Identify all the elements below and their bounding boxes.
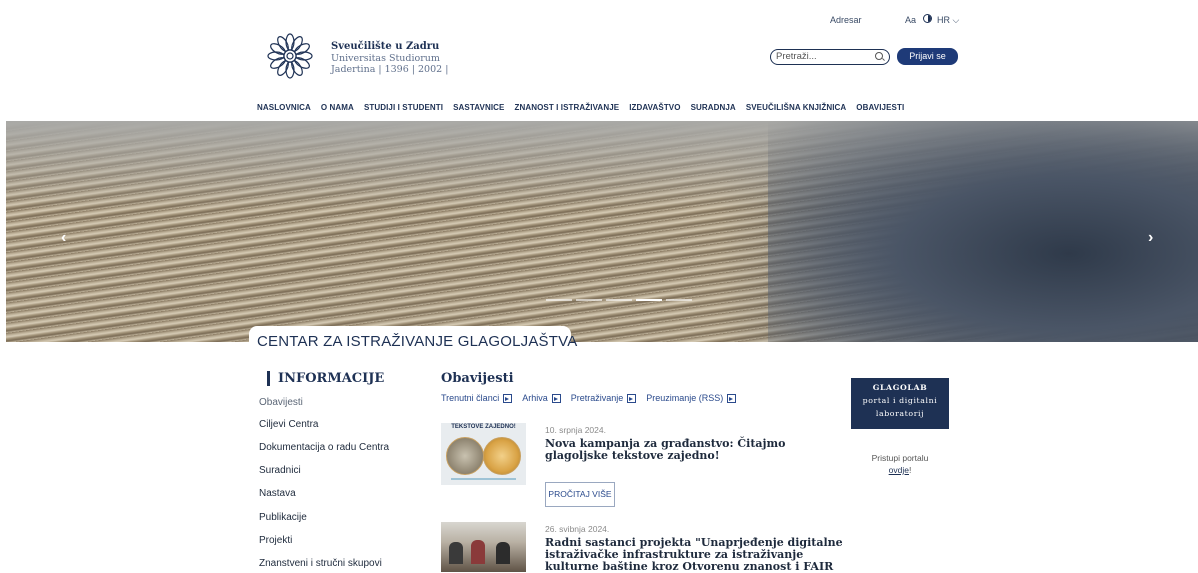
tab-trenutni[interactable]: Trenutni članci xyxy=(441,393,513,403)
news-date: 10. srpnja 2024. xyxy=(545,425,606,435)
slider-dot[interactable] xyxy=(606,299,632,301)
nav-item-studiji[interactable]: STUDIJI I STUDENTI xyxy=(364,103,443,112)
person-image xyxy=(471,540,485,564)
news-thumbnail-label: TEKSTOVE ZAJEDNO! xyxy=(441,423,526,432)
main-navigation: NASLOVNICA O NAMA STUDIJI I STUDENTI SAS… xyxy=(257,103,914,112)
slider-dot[interactable] xyxy=(576,299,602,301)
arrow-box-icon xyxy=(551,393,561,403)
slider-prev-icon[interactable]: ‹ xyxy=(61,229,66,247)
arrow-box-icon xyxy=(503,393,513,403)
arrow-box-icon xyxy=(627,393,637,403)
portal-suffix: ! xyxy=(908,465,912,475)
logo-title: Sveučilište u Zadru xyxy=(331,41,440,52)
search-icon[interactable] xyxy=(875,52,883,60)
contrast-icon[interactable] xyxy=(923,14,932,23)
tab-arhiva[interactable]: Arhiva xyxy=(522,393,561,403)
university-logo-icon[interactable] xyxy=(257,31,323,81)
sidebar-item-projekti[interactable]: Projekti xyxy=(259,535,292,546)
news-heading: Obavijesti xyxy=(441,371,514,386)
language-select[interactable]: HR ⌵ xyxy=(937,15,959,26)
person-image xyxy=(496,542,510,564)
logo-subtitle-line1: Universitas Studiorum xyxy=(331,53,440,64)
search-box[interactable] xyxy=(770,49,890,65)
news-thumbnail[interactable]: TEKSTOVE ZAJEDNO! xyxy=(441,423,526,485)
portal-info: Pristupi portalu ovdje! xyxy=(851,452,949,476)
news-title[interactable]: Nova kampanja za građanstvo: Čitajmo gla… xyxy=(545,438,845,462)
nav-item-knjiznica[interactable]: SVEUČILIŠNA KNJIŽNICA xyxy=(746,103,846,112)
divider xyxy=(451,478,516,480)
search-input[interactable] xyxy=(776,50,871,63)
sidebar-item-dokumentacija[interactable]: Dokumentacija o radu Centra xyxy=(259,442,389,453)
tab-label: Preuzimanje (RSS) xyxy=(646,393,724,403)
logo-subtitle: Universitas Studiorum Jadertina | 1396 |… xyxy=(331,53,451,75)
read-more-button[interactable]: PROČITAJ VIŠE xyxy=(545,482,615,507)
sidebar-heading: INFORMACIJE xyxy=(267,371,384,386)
nav-item-sastavnice[interactable]: SASTAVNICE xyxy=(453,103,504,112)
sidebar-item-ciljevi[interactable]: Ciljevi Centra xyxy=(259,419,318,430)
slider-dot[interactable] xyxy=(666,299,692,301)
sidebar-item-suradnici[interactable]: Suradnici xyxy=(259,465,301,476)
nav-item-suradnja[interactable]: SURADNJA xyxy=(691,103,736,112)
nav-item-izdavastvo[interactable]: IZDAVAŠTVO xyxy=(629,103,680,112)
font-size-toggle[interactable]: Aa xyxy=(905,15,916,25)
sidebar-item-skupovi[interactable]: Znanstveni i stručni skupovi xyxy=(259,558,382,569)
portal-text: Pristupi portalu xyxy=(871,453,929,463)
slider-dots xyxy=(546,299,692,301)
glagolab-line2: portal i digitalni xyxy=(862,396,938,405)
hero-slider[interactable]: ‹ › xyxy=(6,121,1198,342)
arrow-box-icon xyxy=(727,393,737,403)
nav-item-o-nama[interactable]: O NAMA xyxy=(321,103,354,112)
tab-rss[interactable]: Preuzimanje (RSS) xyxy=(646,393,737,403)
glagolab-line3: laboratorij xyxy=(875,409,925,418)
news-thumbnail[interactable] xyxy=(441,522,526,572)
manuscript-image xyxy=(446,437,484,475)
slider-dot-active[interactable] xyxy=(636,299,662,301)
nav-item-znanost[interactable]: ZNANOST I ISTRAŽIVANJE xyxy=(514,103,619,112)
tab-label: Arhiva xyxy=(522,393,548,403)
sidebar-item-publikacije[interactable]: Publikacije xyxy=(259,512,307,523)
logo-subtitle-line2: Jadertina | 1396 | 2002 | xyxy=(331,64,449,75)
nav-item-naslovnica[interactable]: NASLOVNICA xyxy=(257,103,311,112)
slider-next-icon[interactable]: › xyxy=(1148,229,1153,247)
login-button[interactable]: Prijavi se xyxy=(897,48,958,65)
glagolab-title: GLAGOLAB xyxy=(872,383,928,392)
adresar-link[interactable]: Adresar xyxy=(830,15,862,25)
hero-image xyxy=(768,121,1198,342)
news-date: 26. svibnja 2024. xyxy=(545,524,610,534)
tab-label: Pretraživanje xyxy=(570,393,624,403)
sidebar-item-obavijesti[interactable]: Obavijesti xyxy=(259,397,303,408)
tab-pretrazivanje[interactable]: Pretraživanje xyxy=(571,393,637,403)
news-title[interactable]: Radni sastanci projekta "Unaprjeđenje di… xyxy=(545,537,845,573)
portal-link[interactable]: ovdje xyxy=(889,465,909,475)
manuscript-image xyxy=(483,437,521,475)
nav-item-obavijesti[interactable]: OBAVIJESTI xyxy=(856,103,904,112)
slider-dot[interactable] xyxy=(546,299,572,301)
person-image xyxy=(449,542,463,564)
news-tabs: Trenutni članci Arhiva Pretraživanje Pre… xyxy=(441,393,746,403)
glagolab-banner[interactable]: GLAGOLAB portal i digitalni laboratorij xyxy=(851,378,949,429)
tab-label: Trenutni članci xyxy=(441,393,500,403)
sidebar-item-nastava[interactable]: Nastava xyxy=(259,488,296,499)
page-title: CENTAR ZA ISTRAŽIVANJE GLAGOLJAŠTVA xyxy=(257,333,578,350)
